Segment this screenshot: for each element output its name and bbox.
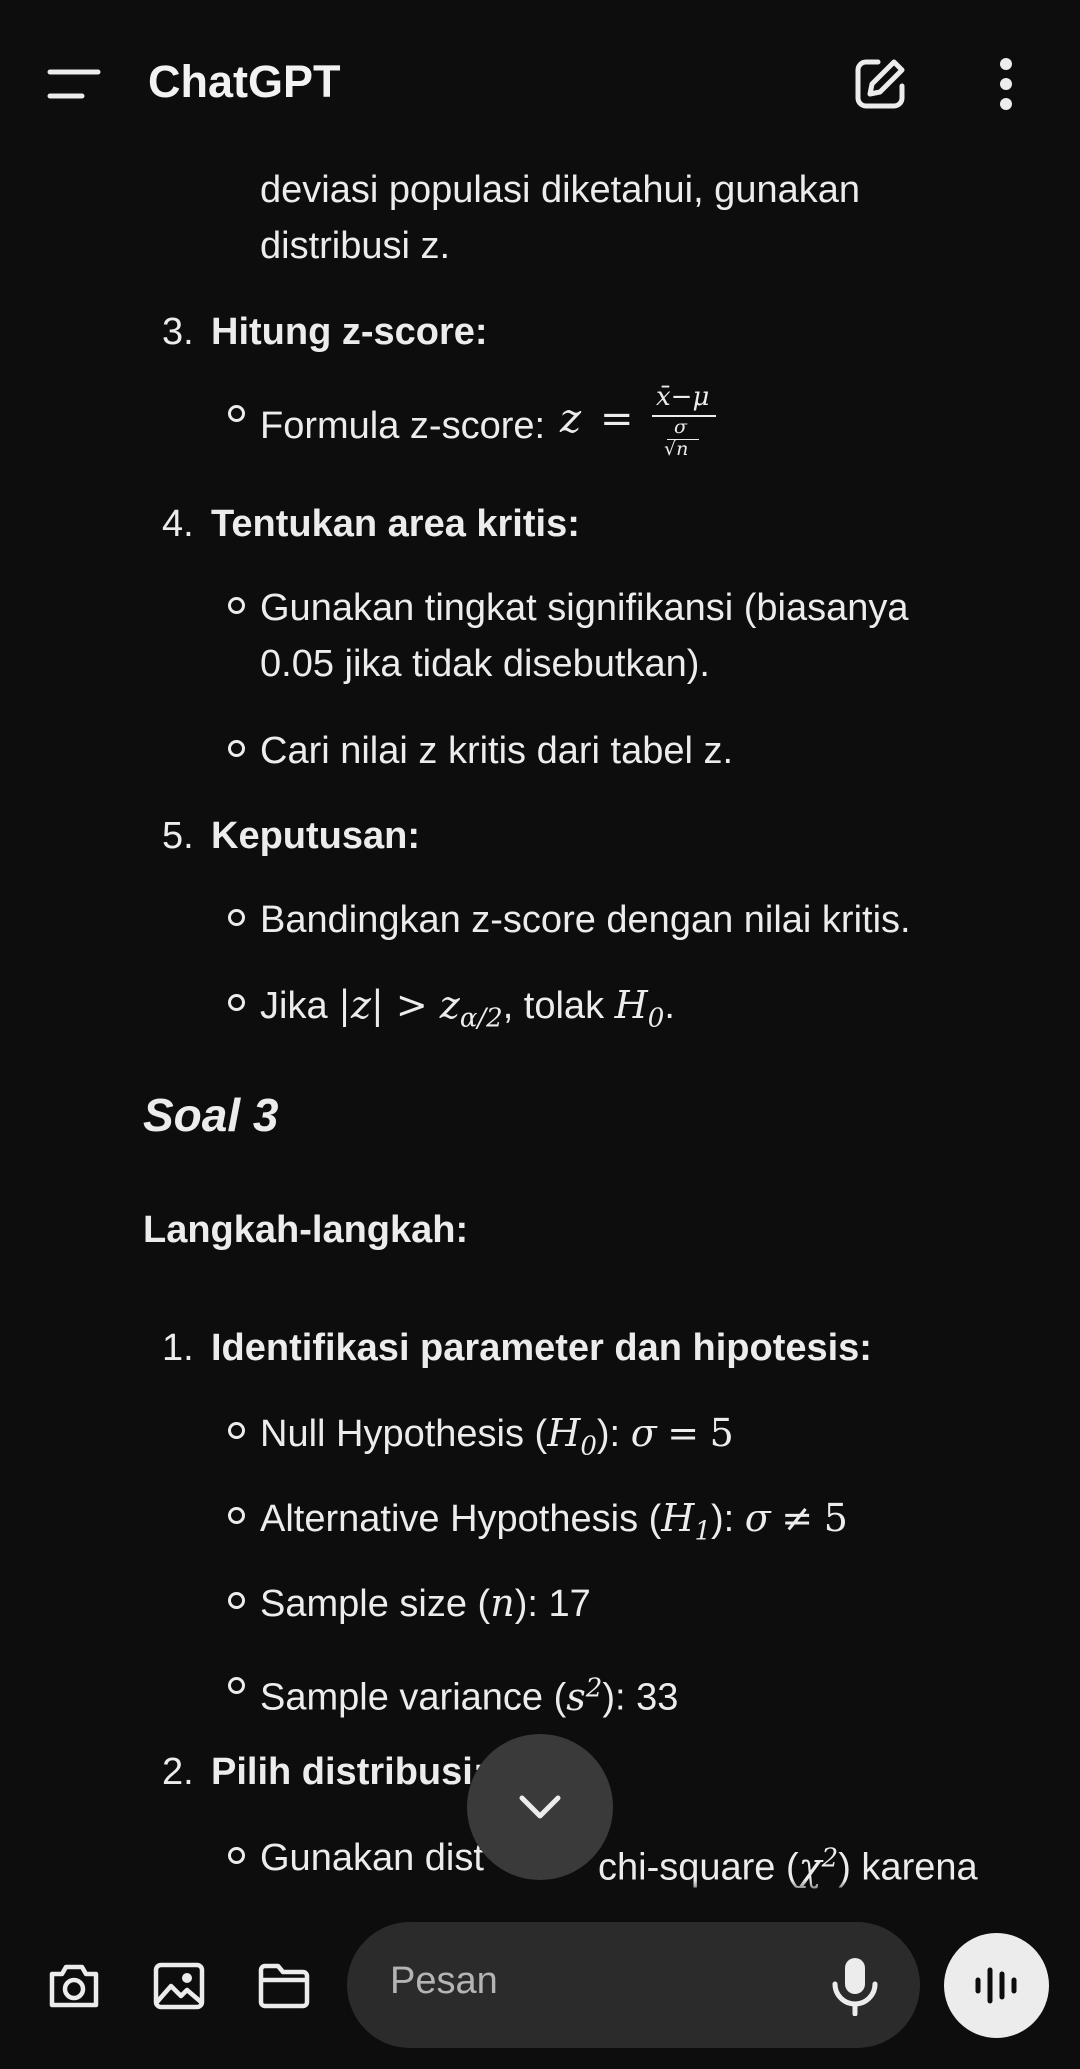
bullet	[228, 1677, 245, 1694]
bullet	[228, 740, 245, 757]
list-item-text: Gunakan dist	[260, 1837, 484, 1879]
step-title: Pilih distribusi:	[211, 1751, 486, 1793]
list-item-text: Formula z-score:	[260, 405, 546, 447]
message-placeholder: Pesan	[390, 1960, 498, 2002]
app-title: ChatGPT	[148, 56, 341, 107]
bullet	[228, 405, 245, 422]
new-chat-icon[interactable]	[852, 56, 908, 112]
scroll-down-button[interactable]	[467, 1734, 613, 1880]
bullet	[228, 1507, 245, 1524]
step-number: 1.	[162, 1327, 194, 1369]
step-title: Keputusan:	[211, 815, 420, 857]
voice-mode-button[interactable]	[944, 1933, 1049, 2038]
chevron-down-icon	[519, 1795, 561, 1819]
step-number: 2.	[162, 1751, 194, 1793]
list-item-text: Jika |z| > zα/2, tolak H0.	[260, 983, 675, 1034]
list-item-text: Cari nilai z kritis dari tabel z.	[260, 730, 734, 772]
bullet	[228, 1847, 245, 1864]
bullet	[228, 597, 245, 614]
list-item-text: Sample size (n): 17	[260, 1581, 591, 1625]
list-item-text: Alternative Hypothesis (H1): σ ≠ 5	[260, 1496, 848, 1547]
bullet	[228, 1592, 245, 1609]
list-item-text: Sample variance (s2): 33	[260, 1673, 679, 1719]
list-item-text: Bandingkan z-score dengan nilai kritis.	[260, 899, 911, 941]
step-number: 5.	[162, 815, 194, 857]
folder-icon[interactable]	[256, 1958, 312, 2014]
step-title: Tentukan area kritis:	[211, 503, 580, 545]
step-title: Identifikasi parameter dan hipotesis:	[211, 1327, 872, 1369]
list-item-text: deviasi populasi diketahui, gunakan	[260, 169, 860, 211]
step-title: Hitung z-score:	[211, 311, 488, 353]
message-input[interactable]: Pesan	[347, 1922, 920, 2048]
camera-icon[interactable]	[46, 1958, 102, 2014]
voice-mode-icon	[975, 1967, 1017, 2004]
step-number: 3.	[162, 311, 194, 353]
list-item-text: Gunakan tingkat signifikansi (biasanya	[260, 587, 909, 629]
math-expression: |z| > zα/2	[338, 983, 503, 1034]
top-bar: ChatGPT	[0, 0, 1080, 160]
step-number: 4.	[162, 503, 194, 545]
menu-icon[interactable]	[46, 64, 102, 104]
bullet	[228, 1422, 245, 1439]
list-item-text: distribusi z.	[260, 225, 451, 267]
list-item-text: Null Hypothesis (H0): σ = 5	[260, 1411, 734, 1462]
microphone-icon[interactable]	[827, 1956, 883, 2016]
content-fade	[0, 1880, 1080, 1900]
chat-message: deviasi populasi diketahui, gunakan dist…	[0, 160, 1080, 1900]
math-expression: H0	[614, 983, 665, 1034]
bullet	[228, 994, 245, 1011]
section-heading: Soal 3	[143, 1089, 279, 1141]
subheading: Langkah-langkah:	[143, 1209, 469, 1251]
list-item-text: 0.05 jika tidak disebutkan).	[260, 643, 710, 685]
more-options-icon[interactable]	[988, 56, 1024, 112]
z-score-formula: z = x̄−μ σ √n	[560, 382, 730, 482]
image-icon[interactable]	[151, 1958, 207, 2014]
bullet	[228, 909, 245, 926]
